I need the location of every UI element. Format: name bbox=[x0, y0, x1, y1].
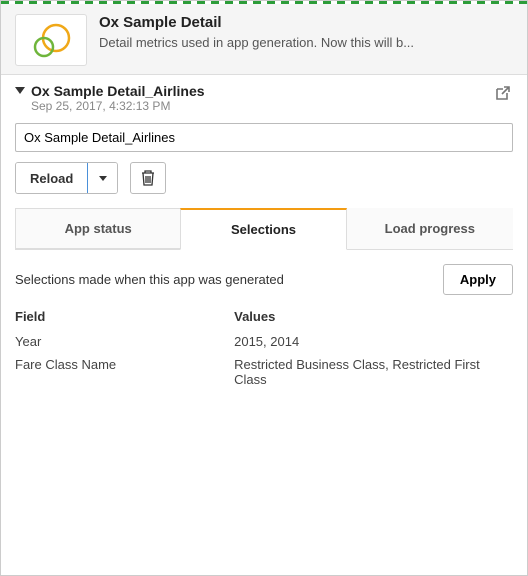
cell-field: Year bbox=[15, 334, 234, 349]
table-row: Year 2015, 2014 bbox=[15, 330, 513, 353]
reload-dropdown-button[interactable] bbox=[87, 163, 117, 193]
apply-button[interactable]: Apply bbox=[443, 264, 513, 295]
tab-app-status[interactable]: App status bbox=[15, 208, 180, 249]
app-icon bbox=[15, 14, 87, 66]
tabs: App status Selections Load progress bbox=[15, 208, 513, 250]
selections-panel: Selections made when this app was genera… bbox=[1, 250, 527, 405]
tab-load-progress[interactable]: Load progress bbox=[347, 208, 513, 249]
instance-row: Ox Sample Detail_Airlines Sep 25, 2017, … bbox=[1, 75, 527, 119]
trash-icon bbox=[140, 169, 156, 187]
selections-table: Field Values Year 2015, 2014 Fare Class … bbox=[15, 309, 513, 391]
delete-button[interactable] bbox=[130, 162, 166, 194]
toolbar: Reload bbox=[1, 162, 527, 208]
tab-selections[interactable]: Selections bbox=[180, 208, 346, 250]
open-external-button[interactable] bbox=[491, 83, 513, 108]
app-header: Ox Sample Detail Detail metrics used in … bbox=[1, 4, 527, 75]
cell-values: Restricted Business Class, Restricted Fi… bbox=[234, 357, 513, 387]
reload-split-button: Reload bbox=[15, 162, 118, 194]
col-header-values: Values bbox=[234, 309, 513, 324]
selections-description: Selections made when this app was genera… bbox=[15, 272, 284, 287]
open-external-icon bbox=[493, 85, 511, 103]
col-header-field: Field bbox=[15, 309, 234, 324]
app-description: Detail metrics used in app generation. N… bbox=[99, 35, 499, 50]
cell-field: Fare Class Name bbox=[15, 357, 234, 387]
cell-values: 2015, 2014 bbox=[234, 334, 513, 349]
instance-name: Ox Sample Detail_Airlines bbox=[31, 83, 485, 99]
instance-name-input[interactable] bbox=[15, 123, 513, 152]
app-title: Ox Sample Detail bbox=[99, 14, 513, 31]
instance-timestamp: Sep 25, 2017, 4:32:13 PM bbox=[31, 99, 485, 113]
chevron-down-icon bbox=[99, 176, 107, 181]
reload-button[interactable]: Reload bbox=[16, 163, 87, 193]
expand-caret-icon[interactable] bbox=[15, 87, 25, 94]
table-header: Field Values bbox=[15, 309, 513, 330]
table-row: Fare Class Name Restricted Business Clas… bbox=[15, 353, 513, 391]
circles-icon bbox=[29, 20, 73, 60]
